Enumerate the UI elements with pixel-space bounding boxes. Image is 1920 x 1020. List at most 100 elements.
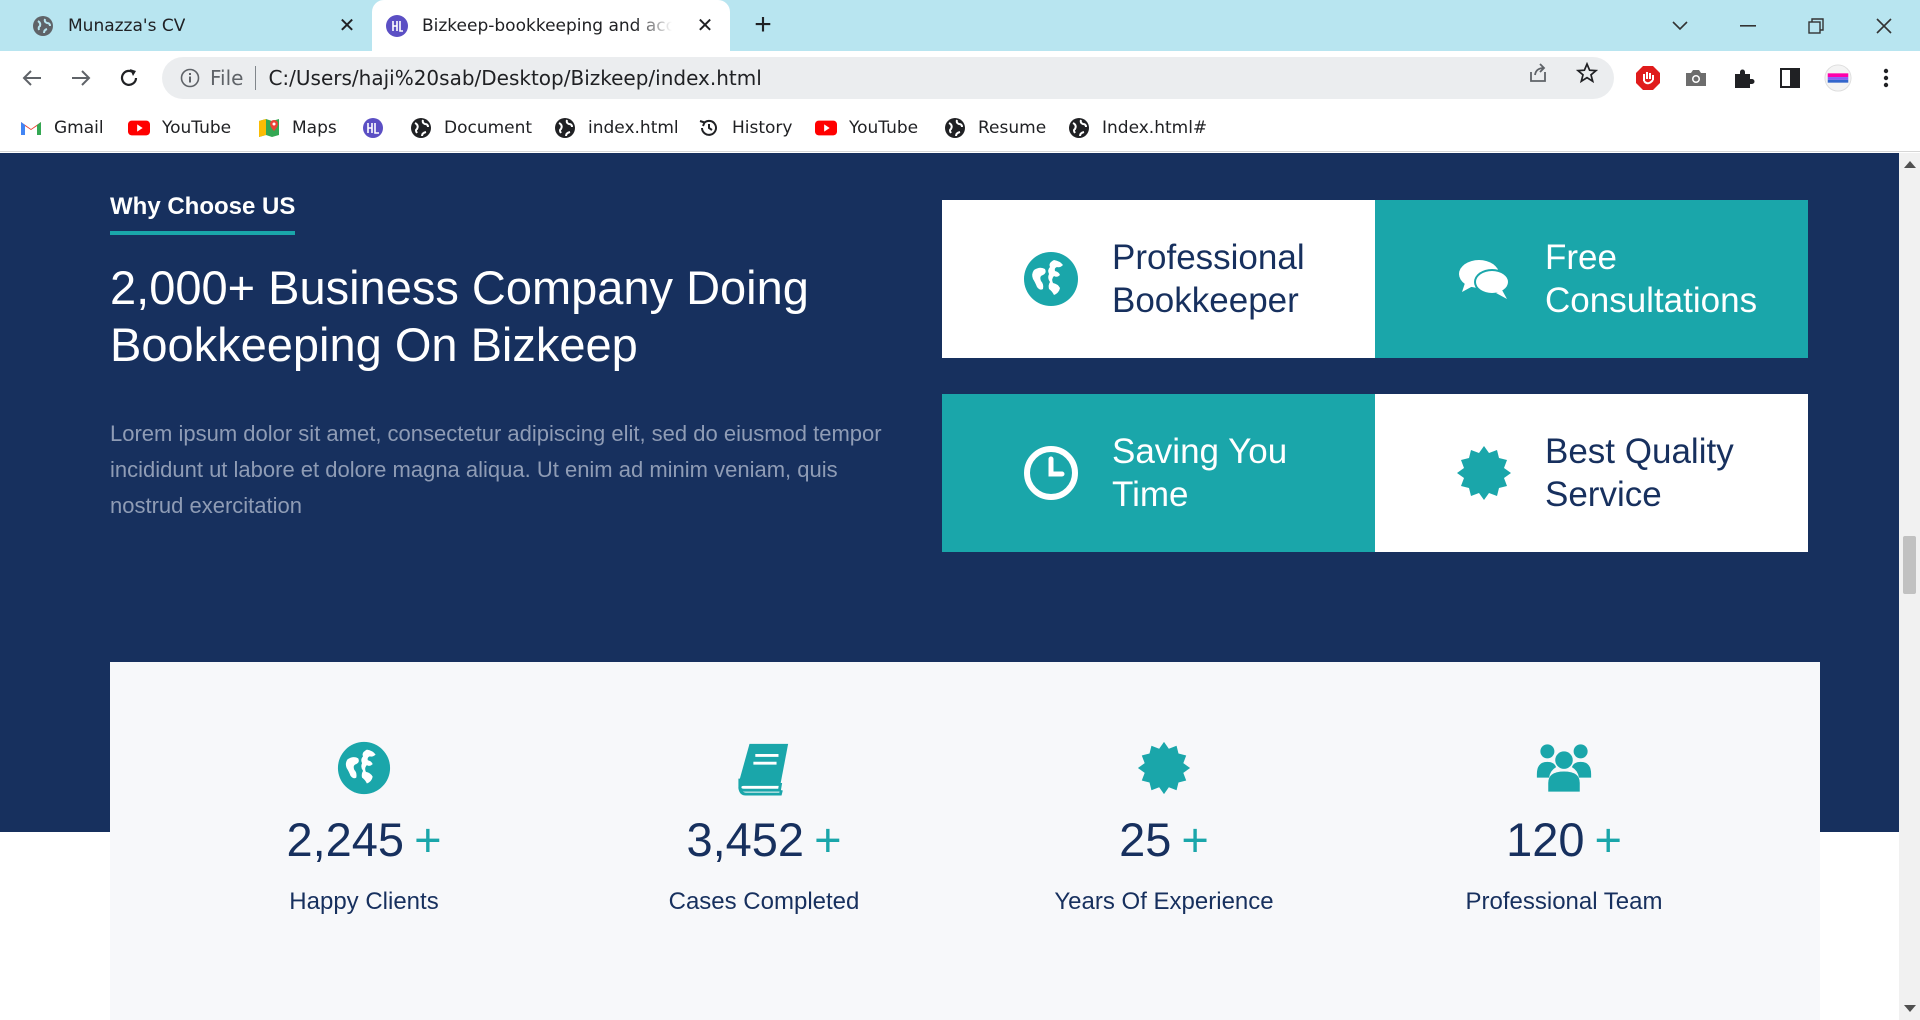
stats-counter-card: 2,245 + Happy Clients 3,452 + Cases Comple… (110, 662, 1820, 1020)
profile-avatar[interactable] (1824, 64, 1852, 92)
bookmark-index-html[interactable]: index.html (554, 114, 679, 142)
feature-label-line-1: Free (1545, 238, 1617, 277)
section-headline: 2,000+ Business Company Doing Bookkeepin… (110, 259, 910, 373)
close-window-icon[interactable] (1854, 0, 1914, 51)
stat-label: Professional Team (1465, 888, 1663, 915)
stat-number: 120 + (1364, 814, 1764, 866)
bookmark-label: History (732, 118, 793, 138)
bookmark-youtube[interactable]: YouTube (128, 114, 231, 142)
feature-professional-bookkeeper: Professional Bookkeeper (942, 200, 1375, 358)
stat-number: 25 + (964, 814, 1364, 866)
stat-number: 2,245 + (164, 814, 564, 866)
url-divider (255, 66, 257, 90)
gmail-icon (20, 117, 42, 139)
restore-icon[interactable] (1786, 0, 1846, 51)
chat-bubbles-icon (1459, 260, 1510, 299)
feature-label-line-1: Professional (1112, 238, 1305, 277)
maps-icon (258, 117, 280, 139)
bookmark-label: Gmail (54, 118, 104, 138)
info-icon[interactable] (180, 68, 200, 88)
feature-label: Best Quality Service (1545, 430, 1795, 516)
tab-munazza-cv[interactable]: Munazza's CV ✕ (18, 0, 372, 51)
bookmark-site-logo[interactable] (362, 114, 396, 142)
bookmark-star-icon[interactable] (1574, 60, 1600, 86)
site-logo-icon (362, 117, 384, 139)
bookmark-document[interactable]: Document (410, 114, 532, 142)
page-scrollbar[interactable] (1899, 153, 1920, 1020)
bookmark-history[interactable]: History (698, 114, 792, 142)
feature-label-line-2: Consultations (1545, 281, 1758, 320)
bookmark-youtube-2[interactable]: YouTube (815, 114, 918, 142)
globe-icon (1024, 252, 1078, 306)
share-icon[interactable] (1525, 60, 1551, 86)
youtube-icon (815, 117, 837, 139)
feature-label-line-1: Saving You (1112, 432, 1288, 471)
bookmark-index-hash[interactable]: Index.html# (1068, 114, 1207, 142)
stat-plus: + (1181, 813, 1209, 866)
stat-happy-clients: 2,245 + Happy Clients (164, 740, 564, 916)
globe-icon (1068, 117, 1090, 139)
tab-search-icon[interactable] (1650, 0, 1710, 51)
feature-label-line-1: Best Quality (1545, 432, 1734, 471)
feature-label: Saving You Time (1112, 430, 1362, 516)
scrollbar-thumb[interactable] (1903, 536, 1916, 594)
camera-icon[interactable] (1682, 64, 1710, 92)
browser-toolbar: File C:/Users/haji%20sab/Desktop/Bizkeep… (0, 51, 1920, 105)
stat-label: Cases Completed (668, 888, 860, 915)
tab-strip: Munazza's CV ✕ Bizkeep-bookkeeping and a… (0, 0, 1920, 51)
bookmark-label: Maps (292, 118, 337, 138)
adblock-extension-icon[interactable] (1634, 64, 1662, 92)
feature-label-line-2: Service (1545, 475, 1662, 514)
bookmark-label: YouTube (849, 118, 919, 138)
globe-icon (337, 741, 391, 795)
bookmark-label: index.html (588, 118, 679, 138)
page-viewport: Why Choose US 2,000+ Business Company Do… (0, 153, 1899, 1020)
history-icon (698, 117, 720, 139)
stat-cases-completed: 3,452 + Cases Completed (564, 740, 964, 916)
feature-label: Free Consultations (1545, 236, 1795, 322)
bookmark-label: YouTube (162, 118, 232, 138)
feature-free-consultations: Free Consultations (1375, 200, 1808, 358)
side-panel-icon[interactable] (1776, 64, 1804, 92)
globe-icon (554, 117, 576, 139)
badge-icon (1137, 741, 1191, 795)
stat-value: 25 (1119, 813, 1172, 866)
forward-arrow-icon[interactable] (67, 64, 95, 92)
scroll-down-arrow-icon[interactable] (1904, 1005, 1916, 1012)
new-tab-icon[interactable]: + (748, 10, 778, 41)
close-tab-icon[interactable]: ✕ (336, 13, 358, 37)
section-description: Lorem ipsum dolor sit amet, consectetur … (110, 421, 882, 518)
url-scheme: File (210, 66, 244, 90)
headline-line-2: Bookkeeping On Bizkeep (110, 318, 638, 371)
tab-title: Bizkeep-bookkeeping and accounting (422, 15, 672, 36)
close-tab-icon[interactable]: ✕ (694, 13, 716, 37)
feature-label-line-2: Bookkeeper (1112, 281, 1299, 320)
tab-title: Munazza's CV (68, 15, 186, 36)
stat-value: 3,452 (686, 813, 805, 866)
bookmark-gmail[interactable]: Gmail (20, 114, 104, 142)
stat-value: 2,245 (286, 813, 405, 866)
stat-plus: + (414, 813, 442, 866)
url-text[interactable]: C:/Users/haji%20sab/Desktop/Bizkeep/inde… (268, 66, 761, 90)
bookmark-maps[interactable]: Maps (258, 114, 337, 142)
stat-years-experience: 25 + Years Of Experience (964, 740, 1364, 916)
feature-saving-you-time: Saving You Time (942, 394, 1375, 552)
back-arrow-icon[interactable] (18, 64, 46, 92)
badge-icon (1457, 446, 1511, 500)
globe-icon (944, 117, 966, 139)
youtube-icon (128, 117, 150, 139)
feature-label: Professional Bookkeeper (1112, 236, 1362, 322)
stat-plus: + (1594, 813, 1622, 866)
scroll-up-arrow-icon[interactable] (1904, 161, 1916, 168)
address-bar[interactable]: File C:/Users/haji%20sab/Desktop/Bizkeep… (162, 57, 1614, 99)
stat-value: 120 (1506, 813, 1585, 866)
bookmark-resume[interactable]: Resume (944, 114, 1046, 142)
minimize-icon[interactable] (1718, 0, 1778, 51)
headline-line-1: 2,000+ Business Company Doing (110, 261, 809, 314)
menu-kebab-icon[interactable] (1872, 64, 1900, 92)
section-eyebrow: Why Choose US (110, 193, 296, 235)
stat-plus: + (814, 813, 842, 866)
extensions-puzzle-icon[interactable] (1730, 64, 1758, 92)
tab-bizkeep[interactable]: Bizkeep-bookkeeping and accounting ✕ (372, 0, 730, 51)
reload-icon[interactable] (115, 64, 143, 92)
